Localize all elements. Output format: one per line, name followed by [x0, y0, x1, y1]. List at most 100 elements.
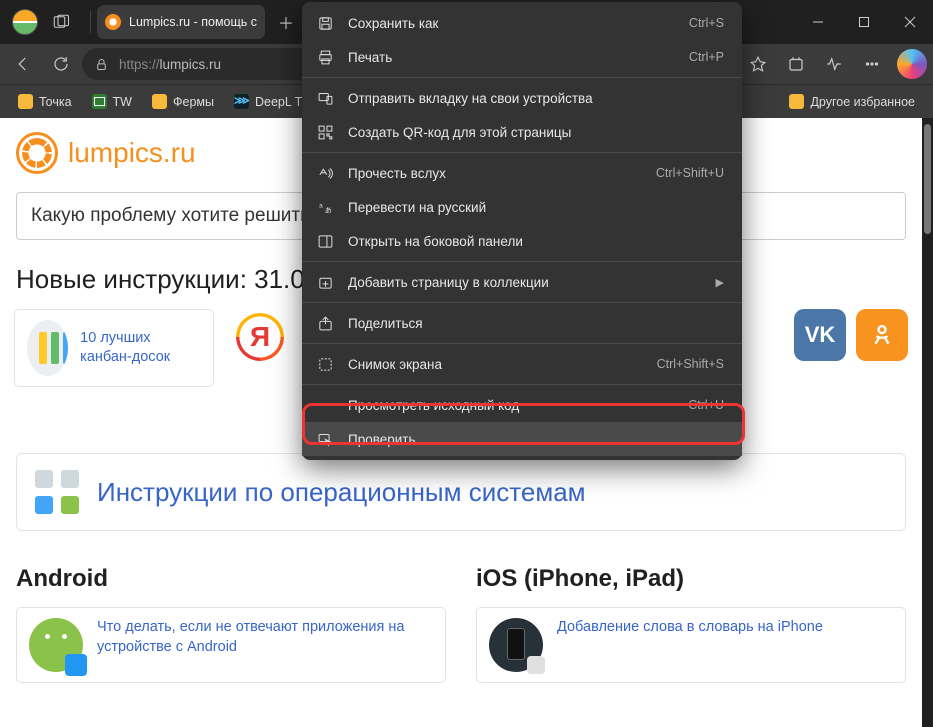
new-tab-button[interactable]: ＋ — [271, 7, 301, 37]
inspect-icon — [316, 430, 334, 448]
ctx-label: Создать QR-код для этой страницы — [348, 125, 724, 140]
ctx-side-panel[interactable]: Открыть на боковой панели — [302, 224, 742, 258]
ctx-create-qr[interactable]: Создать QR-код для этой страницы — [302, 115, 742, 149]
ctx-label: Печать — [348, 50, 675, 65]
screenshot-icon — [316, 355, 334, 373]
refresh-button[interactable] — [44, 48, 78, 80]
ctx-save-as[interactable]: Сохранить как Ctrl+S — [302, 6, 742, 40]
ctx-read-aloud[interactable]: Прочесть вслух Ctrl+Shift+U — [302, 156, 742, 190]
workspaces-button[interactable] — [46, 7, 76, 37]
ctx-label: Просмотреть исходный код — [348, 398, 674, 413]
bookmark-tochka[interactable]: Точка — [10, 90, 80, 113]
ios-heading: iOS (iPhone, iPad) — [476, 565, 906, 593]
bookmark-label: DeepL Tr — [255, 95, 306, 109]
social-links: VK — [794, 309, 908, 361]
tab-title: Lumpics.ru - помощь с — [129, 15, 257, 29]
ctx-share[interactable]: Поделиться — [302, 306, 742, 340]
ok-link[interactable] — [856, 309, 908, 361]
folder-icon — [789, 94, 804, 109]
ctx-label: Снимок экрана — [348, 357, 643, 372]
window-controls — [795, 0, 933, 44]
ctx-separator — [302, 77, 742, 78]
ctx-add-collection[interactable]: Добавить страницу в коллекции ▶ — [302, 265, 742, 299]
android-heading: Android — [16, 565, 446, 593]
vk-link[interactable]: VK — [794, 309, 846, 361]
ctx-label: Открыть на боковой панели — [348, 234, 724, 249]
site-logo-icon[interactable] — [16, 132, 58, 174]
page-scrollbar[interactable] — [922, 118, 933, 727]
ctx-label: Проверить — [348, 432, 724, 447]
bookmark-label: Фермы — [173, 95, 214, 109]
context-menu: Сохранить как Ctrl+S Печать Ctrl+P Отпра… — [302, 2, 742, 460]
ctx-label: Перевести на русский — [348, 200, 724, 215]
performance-button[interactable] — [817, 48, 851, 80]
kanban-icon — [27, 320, 68, 376]
svg-text:a: a — [319, 202, 323, 209]
translate-icon: aあ — [316, 198, 334, 216]
article-title: 10 лучших канбан-досок — [80, 329, 201, 367]
collections-add-icon — [316, 273, 334, 291]
more-button[interactable] — [855, 48, 889, 80]
android-article[interactable]: Что делать, если не отвечают приложения … — [16, 607, 446, 683]
folder-icon — [152, 94, 167, 109]
ctx-translate[interactable]: aあ Перевести на русский — [302, 190, 742, 224]
minimize-button[interactable] — [795, 0, 841, 44]
svg-text:あ: あ — [324, 206, 331, 214]
os-instructions-card[interactable]: Инструкции по операционным системам — [16, 453, 906, 531]
qr-icon — [316, 123, 334, 141]
maximize-button[interactable] — [841, 0, 887, 44]
copilot-button[interactable] — [897, 49, 927, 79]
profile-avatar[interactable] — [12, 9, 38, 35]
folder-icon — [18, 94, 33, 109]
read-aloud-icon — [316, 164, 334, 182]
os-card-title: Инструкции по операционным системам — [97, 477, 586, 508]
ctx-separator — [302, 152, 742, 153]
bookmark-deepl[interactable]: ⋙DeepL Tr — [226, 90, 314, 113]
ctx-separator — [302, 302, 742, 303]
ctx-shortcut: Ctrl+U — [688, 398, 724, 412]
ctx-separator — [302, 384, 742, 385]
browser-tab[interactable]: Lumpics.ru - помощь с — [97, 5, 265, 39]
article-card-yandex[interactable]: Я — [232, 309, 312, 365]
ctx-label: Сохранить как — [348, 16, 675, 31]
close-button[interactable] — [887, 0, 933, 44]
bookmark-label: TW — [113, 95, 132, 109]
os-columns: Android Что делать, если не отвечают при… — [16, 565, 906, 683]
address-url: https://lumpics.ru — [119, 57, 221, 72]
ctx-shortcut: Ctrl+P — [689, 50, 724, 64]
ctx-label: Добавить страницу в коллекции — [348, 275, 702, 290]
bookmark-label: Другое избранное — [810, 95, 915, 109]
ctx-screenshot[interactable]: Снимок экрана Ctrl+Shift+S — [302, 347, 742, 381]
back-button[interactable] — [6, 48, 40, 80]
iphone-icon — [489, 618, 543, 672]
ctx-inspect[interactable]: Проверить — [302, 422, 742, 456]
print-icon — [316, 48, 334, 66]
ctx-label: Отправить вкладку на свои устройства — [348, 91, 724, 106]
os-icon — [35, 470, 79, 514]
ctx-separator — [302, 261, 742, 262]
android-icon — [29, 618, 83, 672]
bookmark-label: Точка — [39, 95, 72, 109]
ctx-shortcut: Ctrl+S — [689, 16, 724, 30]
site-name[interactable]: lumpics.ru — [68, 137, 196, 169]
lock-icon — [94, 57, 109, 72]
sheets-icon — [92, 94, 107, 109]
article-card-kanban[interactable]: 10 лучших канбан-досок — [14, 309, 214, 387]
side-panel-icon — [316, 232, 334, 250]
bookmark-fermy[interactable]: Фермы — [144, 90, 222, 113]
scrollbar-thumb[interactable] — [924, 124, 931, 234]
ctx-send-to-devices[interactable]: Отправить вкладку на свои устройства — [302, 81, 742, 115]
favorites-button[interactable] — [741, 48, 775, 80]
collections-button[interactable] — [779, 48, 813, 80]
tab-favicon-icon — [105, 14, 121, 30]
ios-article[interactable]: Добавление слова в словарь на iPhone — [476, 607, 906, 683]
bookmark-other[interactable]: Другое избранное — [781, 90, 923, 113]
devices-icon — [316, 89, 334, 107]
blank-icon — [316, 396, 334, 414]
bookmark-tw[interactable]: TW — [84, 90, 140, 113]
ctx-label: Поделиться — [348, 316, 724, 331]
ctx-shortcut: Ctrl+Shift+U — [656, 166, 724, 180]
yandex-icon: Я — [232, 309, 288, 365]
ctx-view-source[interactable]: Просмотреть исходный код Ctrl+U — [302, 388, 742, 422]
ctx-print[interactable]: Печать Ctrl+P — [302, 40, 742, 74]
